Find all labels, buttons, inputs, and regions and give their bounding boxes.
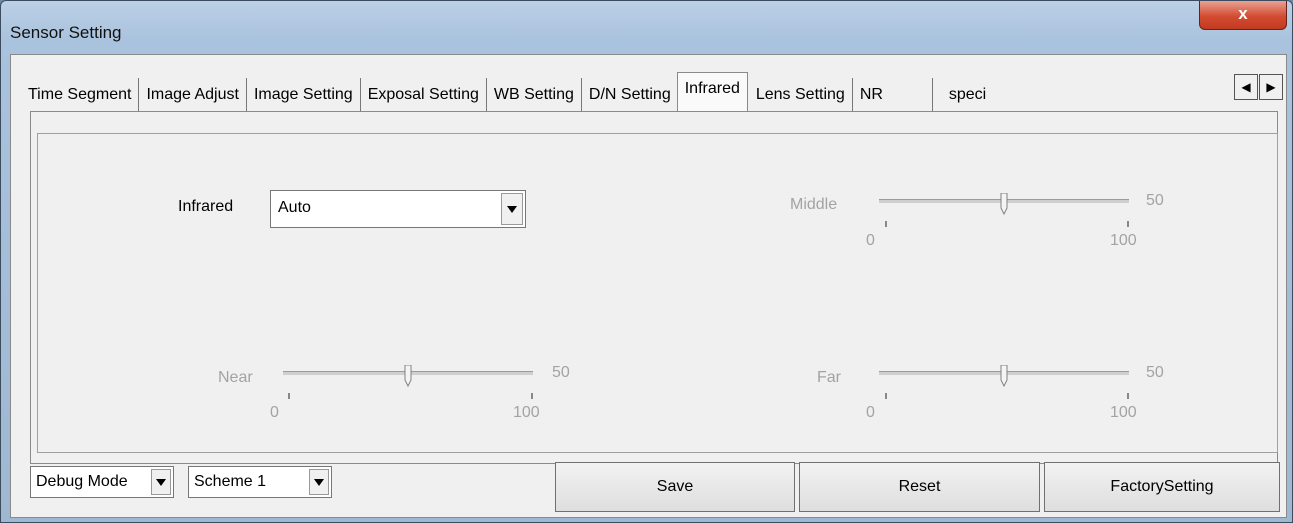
far-min: 0 [866,404,875,421]
tab-wb-setting[interactable]: WB Setting [486,78,582,112]
reset-button[interactable]: Reset [799,462,1040,512]
near-tick-max [531,393,533,399]
scheme-select-value: Scheme 1 [194,473,267,490]
tab-nr[interactable]: NR [852,78,933,112]
far-label: Far [817,369,841,386]
tab-time-segment[interactable]: Time Segment [21,78,140,112]
chevron-down-icon[interactable] [501,193,523,225]
near-min: 0 [270,404,279,421]
tab-scroll-right-button[interactable]: ▶ [1259,74,1283,100]
window-title: Sensor Setting [10,23,122,42]
far-value: 50 [1146,364,1164,381]
middle-value: 50 [1146,192,1164,209]
middle-tick-max [1127,221,1129,227]
chevron-down-icon[interactable] [151,469,171,495]
chevron-down-icon[interactable] [309,469,329,495]
infrared-group-box [37,133,1278,453]
close-button[interactable]: x [1199,1,1287,30]
title-bar[interactable]: Sensor Setting x [1,1,1292,53]
mode-select[interactable]: Debug Mode [30,466,174,498]
near-slider-thumb[interactable] [404,365,412,387]
middle-label: Middle [790,196,838,213]
tab-infrared[interactable]: Infrared [676,72,748,112]
infrared-label: Infrared [178,198,234,215]
middle-min: 0 [866,232,875,249]
mode-select-value: Debug Mode [36,473,128,490]
near-max: 100 [513,404,540,421]
tab-dn-setting[interactable]: D/N Setting [581,78,678,112]
tab-lens-setting[interactable]: Lens Setting [747,78,853,112]
factory-setting-button[interactable]: FactorySetting [1044,462,1280,512]
tab-image-setting[interactable]: Image Setting [246,78,361,112]
middle-max: 100 [1110,232,1137,249]
infrared-select[interactable]: Auto [270,190,526,228]
far-tick-min [885,393,887,399]
near-value: 50 [552,364,570,381]
middle-slider-thumb[interactable] [1000,193,1008,215]
tab-strip: Time Segment Image Adjust Image Setting … [21,72,1003,112]
tab-special[interactable]: speci [932,78,1003,112]
tab-exposal-setting[interactable]: Exposal Setting [360,78,487,112]
save-button[interactable]: Save [555,462,795,512]
far-max: 100 [1110,404,1137,421]
scheme-select[interactable]: Scheme 1 [188,466,332,498]
near-tick-min [288,393,290,399]
middle-tick-min [885,221,887,227]
far-slider-thumb[interactable] [1000,365,1008,387]
tab-image-adjust[interactable]: Image Adjust [139,78,247,112]
infrared-select-value: Auto [278,199,311,216]
tab-scroll-left-button[interactable]: ◀ [1234,74,1258,100]
far-tick-max [1127,393,1129,399]
near-label: Near [218,369,253,386]
